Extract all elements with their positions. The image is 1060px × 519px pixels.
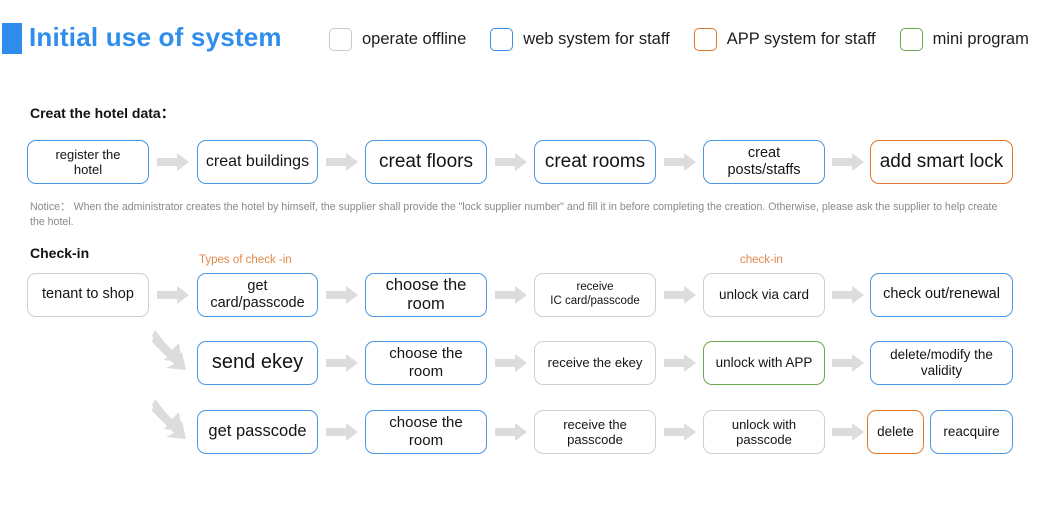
flow-box-register-hotel[interactable]: register the hotel bbox=[27, 140, 149, 184]
arrow-right-icon bbox=[326, 286, 358, 304]
arrow-right-icon bbox=[495, 286, 527, 304]
arrow-right-icon bbox=[326, 354, 358, 372]
arrow-right-icon bbox=[157, 286, 189, 304]
legend-item-app-system[interactable]: APP system for staff bbox=[693, 27, 876, 51]
arrow-right-icon bbox=[495, 423, 527, 441]
arrow-right-icon bbox=[832, 423, 864, 441]
flow-box-choose-the-room-3[interactable]: choose the room bbox=[365, 410, 487, 454]
flow-box-unlock-with-passcode[interactable]: unlock with passcode bbox=[703, 410, 825, 454]
legend-label: mini program bbox=[932, 29, 1029, 48]
arrow-right-icon bbox=[664, 423, 696, 441]
flow-box-get-card-passcode[interactable]: get card/passcode bbox=[197, 273, 318, 317]
page-title: Initial use of system bbox=[29, 22, 282, 52]
arrow-right-icon bbox=[832, 286, 864, 304]
caption-checkin: check-in bbox=[740, 254, 783, 266]
notice-text: Notice： When the administrator creates t… bbox=[30, 201, 998, 229]
flow-box-check-out-renewal[interactable]: check out/renewal bbox=[870, 273, 1013, 317]
flow-box-add-smart-lock[interactable]: add smart lock bbox=[870, 140, 1013, 184]
legend-checkbox-icon[interactable] bbox=[899, 27, 923, 51]
flow-box-get-passcode[interactable]: get passcode bbox=[197, 410, 318, 454]
section-heading-create-hotel: Creat the hotel data： bbox=[30, 105, 175, 121]
legend: operate offline web system for staff APP… bbox=[329, 24, 1053, 54]
flow-box-creat-buildings[interactable]: creat buildings bbox=[197, 140, 318, 184]
section-heading-checkin: Check-in bbox=[30, 245, 90, 261]
flow-box-delete[interactable]: delete bbox=[867, 410, 924, 454]
flow-box-tenant-to-shop[interactable]: tenant to shop bbox=[27, 273, 149, 317]
flow-box-receive-ic-card-passcode[interactable]: receive IC card/passcode bbox=[534, 273, 656, 317]
flow-box-unlock-via-card[interactable]: unlock via card bbox=[703, 273, 825, 317]
arrow-right-icon bbox=[832, 153, 864, 171]
legend-item-web-system[interactable]: web system for staff bbox=[490, 27, 670, 51]
arrow-branch-down-right-icon bbox=[152, 330, 192, 375]
arrow-branch-down-right-icon bbox=[152, 399, 192, 444]
flow-box-choose-the-room-1[interactable]: choose the room bbox=[365, 273, 487, 317]
legend-label: operate offline bbox=[362, 29, 467, 48]
arrow-right-icon bbox=[664, 286, 696, 304]
arrow-right-icon bbox=[326, 153, 358, 171]
legend-checkbox-icon[interactable] bbox=[490, 27, 514, 51]
flow-box-receive-the-passcode[interactable]: receive the passcode bbox=[534, 410, 656, 454]
arrow-right-icon bbox=[157, 153, 189, 171]
arrow-right-icon bbox=[832, 354, 864, 372]
legend-label: APP system for staff bbox=[726, 29, 876, 48]
title-accent-bar bbox=[2, 23, 22, 54]
flow-box-unlock-with-app[interactable]: unlock with APP bbox=[703, 341, 825, 385]
flowchart-page: Initial use of system operate offline we… bbox=[0, 0, 1060, 519]
legend-checkbox-icon[interactable] bbox=[693, 27, 717, 51]
flow-box-send-ekey[interactable]: send ekey bbox=[197, 341, 318, 385]
caption-types-of-checkin: Types of check -in bbox=[199, 254, 292, 266]
legend-checkbox-icon[interactable] bbox=[329, 27, 352, 51]
flow-box-choose-the-room-2[interactable]: choose the room bbox=[365, 341, 487, 385]
arrow-right-icon bbox=[664, 153, 696, 171]
flow-box-receive-the-ekey[interactable]: receive the ekey bbox=[534, 341, 656, 385]
legend-label: web system for staff bbox=[523, 29, 670, 48]
arrow-right-icon bbox=[664, 354, 696, 372]
flow-box-creat-rooms[interactable]: creat rooms bbox=[534, 140, 656, 184]
flow-box-reacquire[interactable]: reacquire bbox=[930, 410, 1013, 454]
arrow-right-icon bbox=[495, 153, 527, 171]
flow-box-creat-posts-staffs[interactable]: creat posts/staffs bbox=[703, 140, 825, 184]
legend-item-operate-offline[interactable]: operate offline bbox=[329, 27, 467, 51]
arrow-right-icon bbox=[495, 354, 527, 372]
legend-item-mini-program[interactable]: mini program bbox=[899, 27, 1029, 51]
flow-box-creat-floors[interactable]: creat floors bbox=[365, 140, 487, 184]
flow-box-delete-modify-validity[interactable]: delete/modify the validity bbox=[870, 341, 1013, 385]
arrow-right-icon bbox=[326, 423, 358, 441]
